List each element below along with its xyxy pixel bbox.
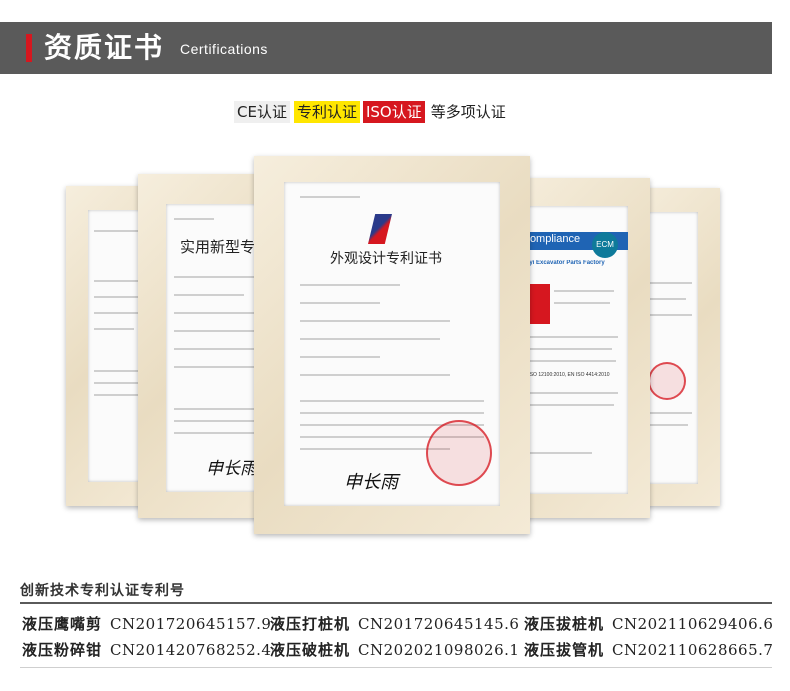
header-title: 资质证书 — [44, 31, 165, 64]
patent-name: 液压拔桩机 — [524, 615, 605, 633]
patent-item: 液压鹰嘴剪 CN201720645157.9 — [22, 613, 271, 635]
official-seal-icon — [426, 420, 492, 486]
certification-tagline: CE认证 专利认证 ISO认证 等多项认证 — [234, 101, 509, 123]
tag-more: 等多项认证 — [430, 103, 506, 121]
compliance-company: Beiyi Excavator Parts Factory — [520, 260, 605, 266]
tag-patent: 专利认证 — [293, 101, 360, 123]
patent-name: 液压打桩机 — [270, 615, 351, 633]
section-divider — [20, 602, 772, 604]
header-accent-bar — [26, 34, 32, 62]
bottom-divider — [20, 667, 772, 668]
design-signature: 申长雨 — [344, 472, 398, 493]
patent-number: CN202110628665.7 — [612, 641, 774, 659]
patent-number: CN201720645157.9 — [110, 615, 272, 633]
patent-number: CN201720645145.6 — [358, 615, 520, 633]
header-subtitle: Certifications — [180, 41, 268, 57]
seal-icon — [648, 362, 686, 400]
ecm-badge-icon: ECM — [592, 232, 618, 258]
patent-number: CN202021098026.1 — [358, 641, 520, 659]
patent-name: 液压鹰嘴剪 — [22, 615, 103, 633]
design-cert-heading: 外观设计专利证书 — [330, 251, 442, 267]
patent-number: CN201420768252.4 — [110, 641, 272, 659]
patent-item: 液压破桩机 CN202021098026.1 — [270, 639, 519, 661]
patent-number: CN202110629406.6 — [612, 615, 774, 633]
compliance-standard: EN ISO 12100:2010, EN ISO 4414:2010 — [520, 372, 610, 378]
patent-item: 液压拔管机 CN202110628665.7 — [524, 639, 773, 661]
patent-name: 液压粉碎钳 — [22, 641, 103, 659]
patents-section-title: 创新技术专利认证专利号 — [20, 583, 185, 599]
patent-name: 液压破桩机 — [270, 641, 351, 659]
section-header: 资质证书 Certifications — [0, 22, 772, 74]
patent-item: 液压粉碎钳 CN201420768252.4 — [22, 639, 271, 661]
patent-name: 液压拔管机 — [524, 641, 605, 659]
patent-office-logo-icon — [368, 214, 392, 244]
certificate-frame-design: 外观设计专利证书 申长雨 — [254, 156, 530, 534]
tag-ce: CE认证 — [234, 101, 290, 123]
patent-item: 液压拔桩机 CN202110629406.6 — [524, 613, 773, 635]
certificate-design-patent: 外观设计专利证书 申长雨 — [284, 182, 500, 506]
compliance-brand: Compliance — [522, 233, 581, 245]
certificate-compliance: Compliance ECM Beiyi Excavator Parts Fac… — [518, 206, 628, 494]
patent-item: 液压打桩机 CN201720645145.6 — [270, 613, 519, 635]
utility-signature: 申长雨 — [206, 459, 257, 479]
tag-iso: ISO认证 — [362, 101, 425, 123]
